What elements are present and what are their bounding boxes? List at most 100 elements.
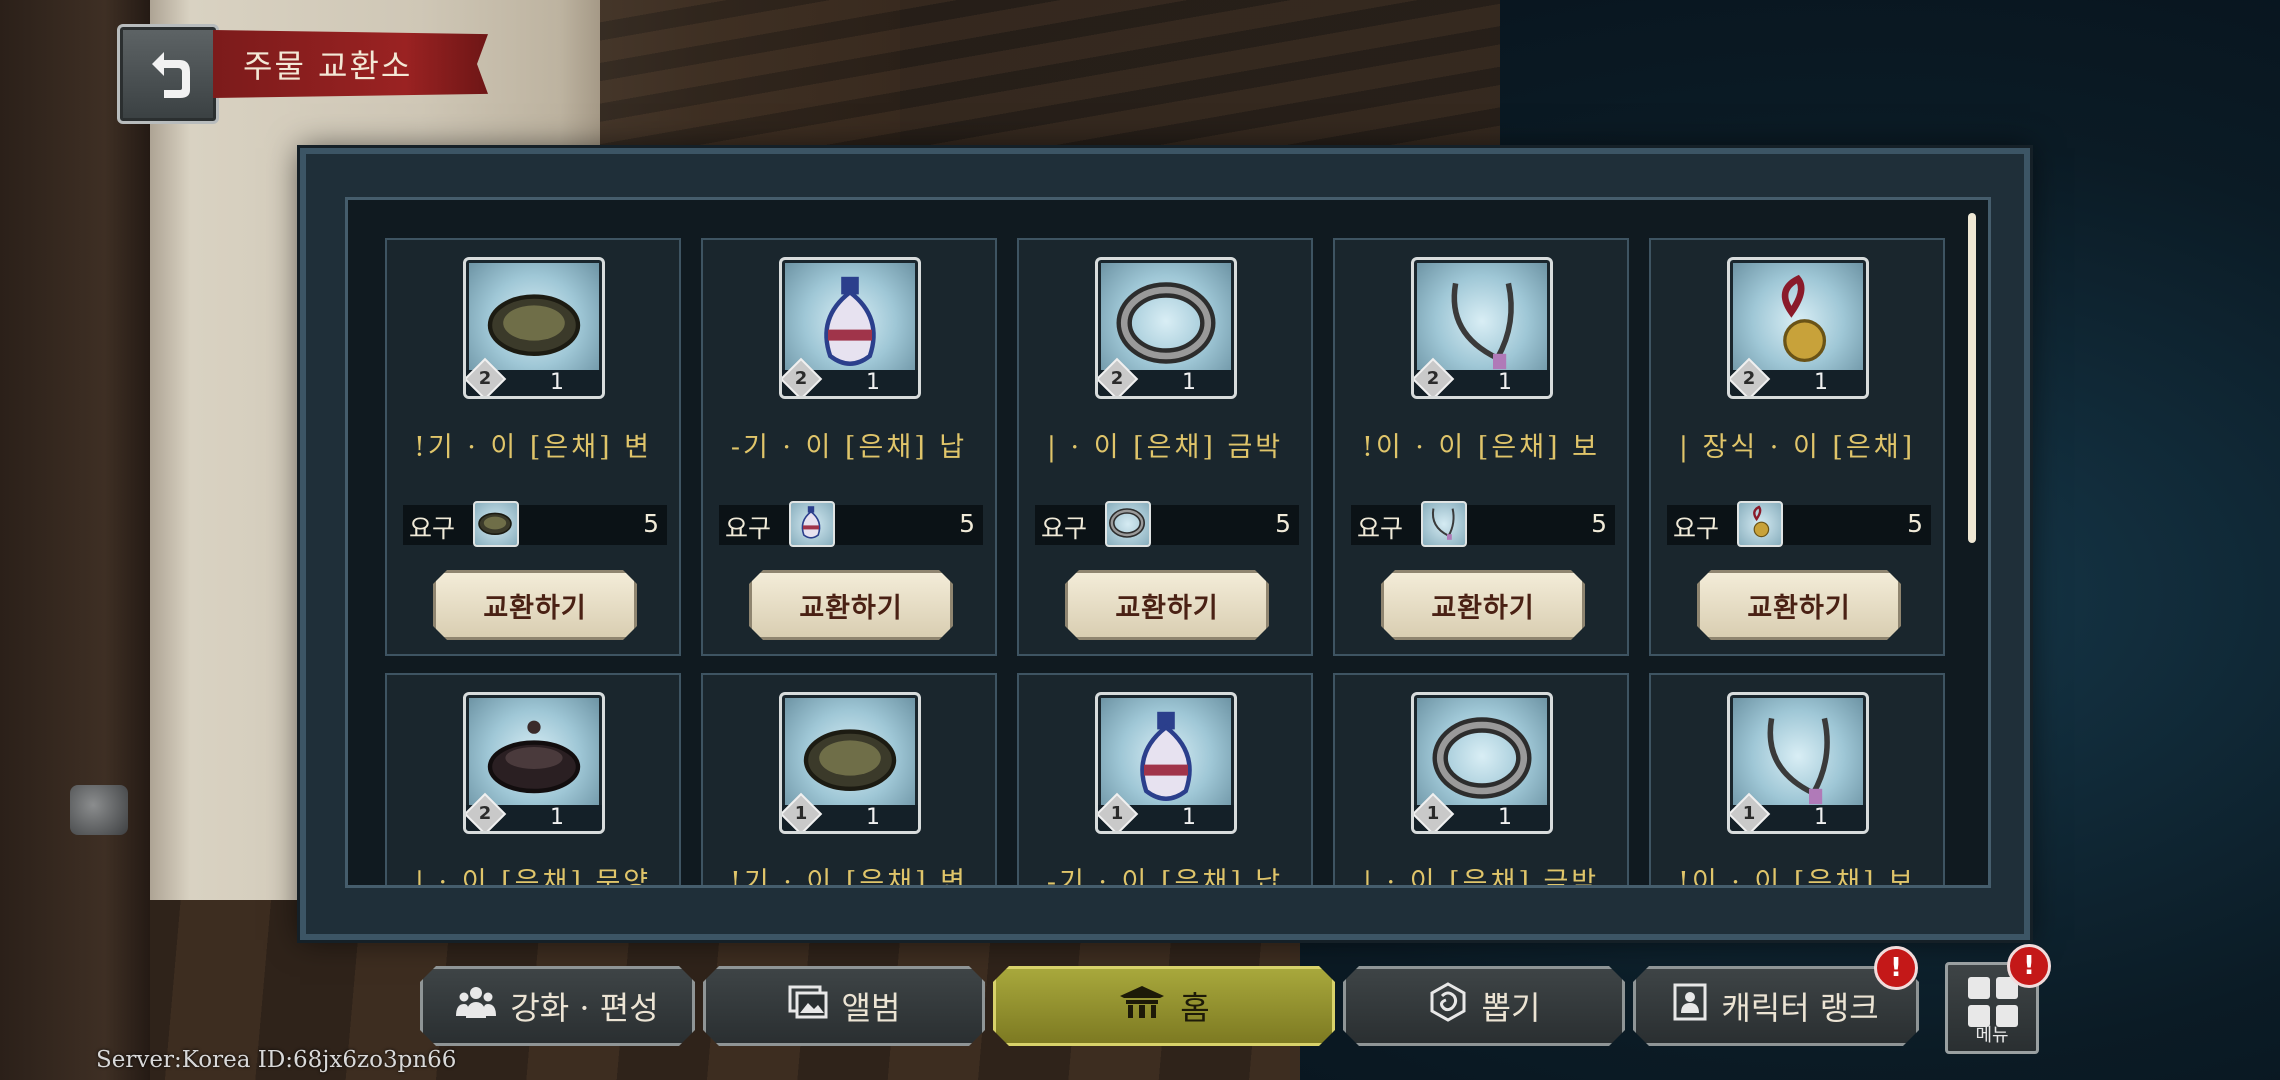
grade-value: 2 — [794, 368, 808, 389]
album-icon — [788, 985, 828, 1028]
item-icon-frame[interactable]: 2 1 — [463, 692, 605, 834]
requirement-row: 요구 5 — [1667, 501, 1931, 547]
requirement-label: 요구 — [1357, 514, 1404, 543]
item-name: !이 · 이 [은채] 보 — [1677, 867, 1917, 888]
item-count: 1 — [1498, 370, 1512, 395]
exchange-card: 2 1 !기 · 이 [은채] 변 요구 5 교환하기 — [385, 238, 681, 656]
required-item-icon — [1737, 501, 1783, 547]
requirement-amount: 5 — [1591, 509, 1607, 538]
character-card-icon — [1673, 983, 1707, 1030]
nav-home-label: 홈 — [1180, 989, 1210, 1027]
back-button[interactable] — [117, 24, 219, 124]
menu-alert-badge: ! — [2007, 944, 2051, 988]
grade-value: 2 — [1110, 368, 1124, 389]
nav-draw-label: 뽑기 — [1481, 989, 1541, 1027]
grade-value: 1 — [1426, 803, 1440, 824]
server-info: Server:Korea ID:68jx6zo3pn66 — [96, 1047, 457, 1073]
required-item-icon — [1105, 501, 1151, 547]
nav-draw-button[interactable]: 뽑기 — [1343, 966, 1625, 1046]
requirement-amount: 5 — [1275, 509, 1291, 538]
draw-icon — [1428, 982, 1468, 1031]
exchange-button[interactable]: 교환하기 — [1697, 570, 1901, 640]
item-count: 1 — [550, 805, 564, 830]
requirement-amount: 5 — [959, 509, 975, 538]
requirement-label: 요구 — [1673, 514, 1720, 543]
item-name: | · 이 [은채] 문양 — [414, 867, 652, 888]
nav-album-label: 앨범 — [841, 989, 901, 1027]
background-ceiling — [600, 0, 1500, 150]
grade-value: 1 — [1110, 803, 1124, 824]
requirement-label: 요구 — [409, 514, 456, 543]
back-arrow-icon — [152, 52, 190, 98]
item-name: !기 · 이 [은채] 변 — [413, 432, 653, 463]
requirement-label: 요구 — [1041, 514, 1088, 543]
requirement-row: 요구 5 — [1035, 501, 1299, 547]
exchange-card: 1 1 !이 · 이 [은채] 보 — [1649, 673, 1945, 888]
page-title: 주물 교환소 — [213, 30, 488, 98]
rank-alert-badge: ! — [1874, 946, 1918, 990]
nav-rank-label: 캐릭터 랭크 — [1721, 989, 1879, 1027]
item-name: !이 · 이 [은채] 보 — [1361, 432, 1601, 463]
nav-home-button[interactable]: 홈 — [993, 966, 1335, 1046]
item-icon-frame[interactable]: 1 1 — [1411, 692, 1553, 834]
requirement-row: 요구 5 — [719, 501, 983, 547]
item-count: 1 — [1182, 805, 1196, 830]
required-item-icon — [1421, 501, 1467, 547]
menu-label: 메뉴 — [1975, 1025, 2009, 1046]
item-icon-frame[interactable]: 2 1 — [463, 257, 605, 399]
item-name: | 장식 · 이 [은채] — [1678, 432, 1916, 463]
item-icon-frame[interactable]: 2 1 — [1727, 257, 1869, 399]
requirement-row: 요구 5 — [403, 501, 667, 547]
item-count: 1 — [550, 370, 564, 395]
grade-value: 1 — [1742, 803, 1756, 824]
exchange-button[interactable]: 교환하기 — [749, 570, 953, 640]
team-icon — [456, 984, 496, 1029]
item-count: 1 — [1814, 370, 1828, 395]
exchange-button[interactable]: 교환하기 — [1381, 570, 1585, 640]
background-door — [0, 0, 150, 1080]
requirement-row: 요구 5 — [1351, 501, 1615, 547]
item-count: 1 — [866, 370, 880, 395]
item-name: !기 · 이 [은채] 변 — [729, 867, 969, 888]
door-knob — [70, 785, 128, 835]
item-icon-frame[interactable]: 2 1 — [779, 257, 921, 399]
item-icon-frame[interactable]: 1 1 — [1095, 692, 1237, 834]
nav-album-button[interactable]: 앨범 — [703, 966, 985, 1046]
exchange-card: 2 1 | 장식 · 이 [은채] 요구 5 교환하기 — [1649, 238, 1945, 656]
item-icon-frame[interactable]: 1 1 — [779, 692, 921, 834]
exchange-card: 2 1 !이 · 이 [은채] 보 요구 5 교환하기 — [1333, 238, 1629, 656]
grade-value: 1 — [794, 803, 808, 824]
item-name: -기 · 이 [은채] 납 — [1046, 867, 1284, 888]
menu-grid-icon — [1968, 977, 2018, 1027]
nav-enhance-label: 강화 · 편성 — [510, 989, 659, 1027]
home-shrine-icon — [1118, 984, 1166, 1029]
exchange-card: 2 1 | · 이 [은채] 금박 요구 5 교환하기 — [1017, 238, 1313, 656]
item-icon-frame[interactable]: 1 1 — [1727, 692, 1869, 834]
item-name: | · 이 [은채] 금박 — [1362, 867, 1600, 888]
scrollbar[interactable] — [1968, 213, 1976, 543]
exchange-card: 1 1 | · 이 [은채] 금박 — [1333, 673, 1629, 888]
item-count: 1 — [1182, 370, 1196, 395]
exchange-button[interactable]: 교환하기 — [433, 570, 637, 640]
grade-value: 2 — [1426, 368, 1440, 389]
exchange-card: 2 1 -기 · 이 [은채] 납 요구 5 교환하기 — [701, 238, 997, 656]
requirement-amount: 5 — [1907, 509, 1923, 538]
requirement-label: 요구 — [725, 514, 772, 543]
item-icon-frame[interactable]: 2 1 — [1095, 257, 1237, 399]
required-item-icon — [789, 501, 835, 547]
item-count: 1 — [1498, 805, 1512, 830]
item-count: 1 — [1814, 805, 1828, 830]
exchange-card: 1 1 -기 · 이 [은채] 납 — [1017, 673, 1313, 888]
item-icon-frame[interactable]: 2 1 — [1411, 257, 1553, 399]
grade-value: 2 — [1742, 368, 1756, 389]
exchange-card: 1 1 !기 · 이 [은채] 변 — [701, 673, 997, 888]
nav-enhance-button[interactable]: 강화 · 편성 — [420, 966, 695, 1046]
item-name: | · 이 [은채] 금박 — [1046, 432, 1284, 463]
item-count: 1 — [866, 805, 880, 830]
item-name: -기 · 이 [은채] 납 — [730, 432, 968, 463]
exchange-card: 2 1 | · 이 [은채] 문양 — [385, 673, 681, 888]
exchange-button[interactable]: 교환하기 — [1065, 570, 1269, 640]
exchange-item-list[interactable]: 2 1 !기 · 이 [은채] 변 요구 5 교환하기 2 1 -기 · 이 [… — [345, 197, 1991, 888]
grade-value: 2 — [478, 803, 492, 824]
required-item-icon — [473, 501, 519, 547]
